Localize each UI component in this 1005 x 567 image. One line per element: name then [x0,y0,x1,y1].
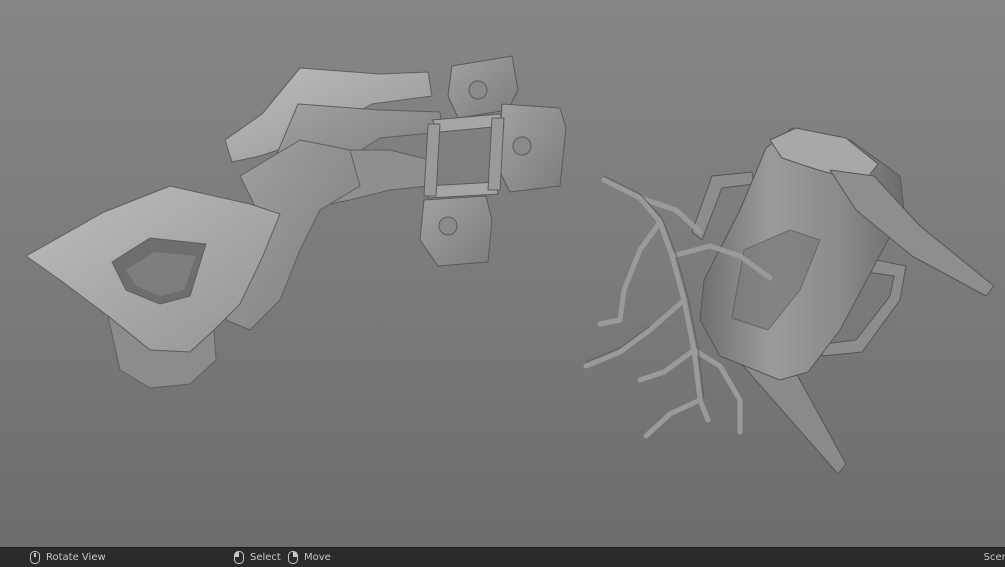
hinge-mesh[interactable] [419,55,567,267]
canister-mesh[interactable] [691,127,995,475]
mouse-right-icon [288,551,298,564]
tendril-edges [585,175,705,399]
scene-label: Scen [983,552,1005,563]
hint-select: Select [234,548,281,567]
3d-viewport[interactable] [0,0,1005,547]
scene-canvas[interactable] [0,0,1005,547]
mouse-middle-icon [30,551,40,564]
claw-mesh[interactable] [25,67,443,389]
mouse-left-icon [234,551,244,564]
hint-label: Move [304,552,331,563]
hint-move: Move [288,548,331,567]
hint-label: Select [250,552,281,563]
hint-rotate-view: Rotate View [30,548,106,567]
status-bar: Rotate View Select Move Scen [0,547,1005,567]
hint-label: Rotate View [46,552,106,563]
